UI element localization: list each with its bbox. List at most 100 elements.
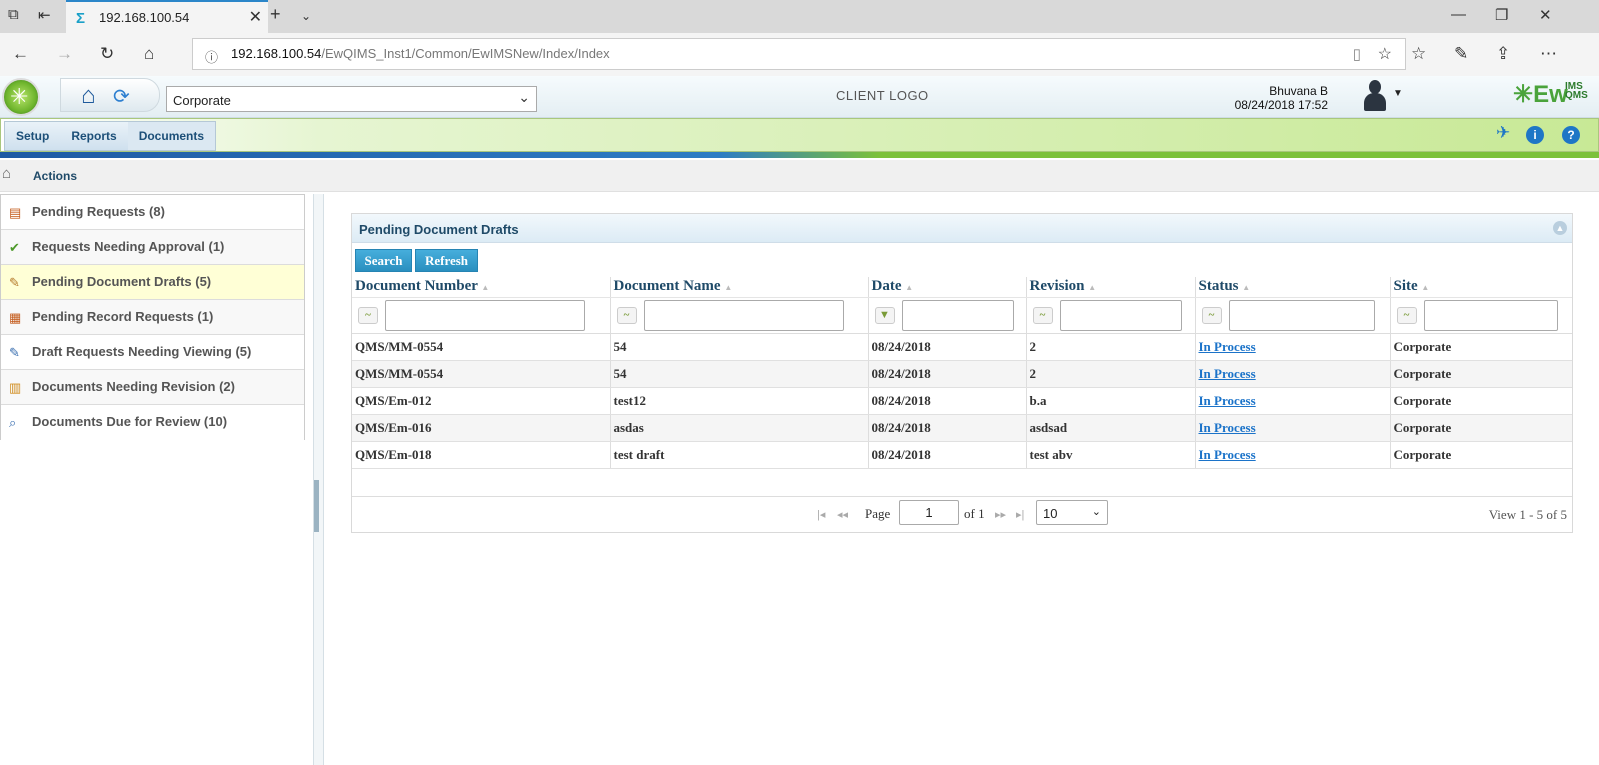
status-link[interactable]: In Process	[1199, 447, 1256, 462]
user-menu-caret-icon[interactable]: ▼	[1393, 88, 1403, 99]
table-row[interactable]: QMS/MM-0554 54 08/24/2018 2 In Process C…	[352, 360, 1572, 388]
cell-doc-number: QMS/Em-018	[352, 441, 611, 469]
col-header-revision[interactable]: Revision ▲	[1026, 277, 1196, 298]
sidebar-item-pending-document-drafts[interactable]: ✎ Pending Document Drafts (5)	[1, 265, 304, 300]
col-header-document-name[interactable]: Document Name ▲	[610, 277, 869, 298]
cell-doc-number: QMS/MM-0554	[352, 333, 611, 361]
avatar[interactable]	[1362, 80, 1388, 112]
sidebar-item-requests-needing-approval[interactable]: ✔ Requests Needing Approval (1)	[1, 230, 304, 265]
prev-page-icon[interactable]: ◂◂	[837, 508, 848, 521]
table-row[interactable]: QMS/Em-018 test draft 08/24/2018 test ab…	[352, 441, 1572, 469]
close-window-icon[interactable]: ✕	[1539, 6, 1552, 24]
site-select[interactable]: Corporate ⌄	[166, 86, 537, 112]
page-number-input[interactable]: 1	[899, 500, 959, 525]
home-refresh-box: ⌂ ⟳	[60, 78, 160, 112]
filter-status-input[interactable]	[1228, 299, 1375, 331]
app-logo-icon[interactable]: ✳	[2, 78, 40, 116]
col-header-site[interactable]: Site ▲	[1390, 277, 1572, 298]
filter-row: ~ ~ ▼ ~ ~ ~	[352, 297, 1572, 334]
tab-actions-icon[interactable]: ⧉	[8, 6, 19, 23]
filter-document-number-input[interactable]	[385, 299, 585, 331]
browser-tab[interactable]: Σ 192.168.100.54 ✕	[66, 0, 268, 33]
col-header-date[interactable]: Date ▲	[868, 277, 1027, 298]
status-link[interactable]: In Process	[1199, 366, 1256, 381]
next-page-icon[interactable]: ▸▸	[995, 508, 1006, 521]
info-icon[interactable]: i	[1526, 126, 1544, 144]
filter-operator-button[interactable]: ~	[1201, 306, 1222, 324]
set-aside-tabs-icon[interactable]: ⇤	[38, 6, 51, 24]
cell-date: 08/24/2018	[868, 387, 1027, 415]
chevron-down-icon: ⌄	[1091, 506, 1101, 518]
status-link[interactable]: In Process	[1199, 420, 1256, 435]
app-refresh-icon[interactable]: ⟳	[113, 84, 130, 109]
splitter[interactable]	[313, 194, 324, 765]
app-home-icon[interactable]: ⌂	[81, 82, 96, 110]
site-select-value: Corporate	[173, 93, 231, 108]
sidebar-item-label: Pending Record Requests (1)	[32, 309, 214, 324]
actions-sidebar: ▤ Pending Requests (8) ✔ Requests Needing …	[0, 194, 305, 440]
refresh-button[interactable]: Refresh	[415, 249, 478, 272]
tab-list-chevron-icon[interactable]: ⌄	[301, 9, 311, 23]
new-tab-icon[interactable]: +	[270, 4, 281, 25]
help-icon[interactable]: ?	[1562, 126, 1580, 144]
favorite-star-icon[interactable]: ☆	[1378, 44, 1392, 64]
breadcrumb-home-icon[interactable]: ⌂	[2, 165, 11, 182]
pin-icon[interactable]: ✈	[1496, 123, 1510, 143]
cell-revision: 2	[1026, 360, 1196, 388]
share-icon[interactable]: ⇪	[1496, 44, 1510, 64]
col-header-document-number[interactable]: Document Number ▲	[352, 277, 611, 298]
search-button[interactable]: Search	[355, 249, 412, 272]
minimize-icon[interactable]: —	[1451, 6, 1466, 23]
last-page-icon[interactable]: ▸|	[1016, 508, 1024, 521]
page-label: Page	[865, 506, 891, 521]
menu-documents[interactable]: Documents	[127, 122, 216, 150]
first-page-icon[interactable]: |◂	[817, 508, 825, 521]
rows-per-page-value: 10	[1043, 506, 1058, 521]
favorites-icon[interactable]: ☆	[1411, 44, 1426, 64]
sidebar-item-draft-requests-viewing[interactable]: ✎ Draft Requests Needing Viewing (5)	[1, 335, 304, 370]
filter-operator-button[interactable]: ~	[1396, 306, 1417, 324]
close-tab-icon[interactable]: ✕	[249, 7, 262, 27]
browser-nav-bar: ← → ↻ ⌂ ⓘ 192.168.100.54/EwQIMS_Inst1/Co…	[0, 33, 1599, 76]
sidebar-item-pending-requests[interactable]: ▤ Pending Requests (8)	[1, 195, 304, 230]
forward-icon[interactable]: →	[56, 44, 73, 64]
reload-icon[interactable]: ↻	[100, 44, 114, 64]
rows-per-page-select[interactable]: 10 ⌄	[1036, 500, 1108, 525]
menu-setup[interactable]: Setup	[5, 122, 60, 150]
filter-date-input[interactable]	[901, 299, 1014, 331]
menu-reports[interactable]: Reports	[60, 122, 127, 150]
filter-revision-input[interactable]	[1059, 299, 1182, 331]
sidebar-item-documents-due-review[interactable]: ⌕ Documents Due for Review (10)	[1, 405, 304, 440]
table-row[interactable]: QMS/MM-0554 54 08/24/2018 2 In Process C…	[352, 333, 1572, 361]
splitter-handle[interactable]	[314, 480, 319, 532]
sort-icon: ▲	[724, 283, 733, 293]
header-stripe	[0, 152, 1599, 158]
filter-operator-button[interactable]: ~	[358, 306, 378, 324]
address-bar[interactable]: ⓘ 192.168.100.54/EwQIMS_Inst1/Common/EwI…	[192, 38, 1406, 70]
site-info-icon[interactable]: ⓘ	[205, 47, 218, 66]
cell-revision: asdsad	[1026, 414, 1196, 442]
sidebar-item-pending-record-requests[interactable]: ▦ Pending Record Requests (1)	[1, 300, 304, 335]
cell-site: Corporate	[1390, 333, 1572, 361]
collapse-icon[interactable]: ▲	[1553, 221, 1567, 235]
filter-site-input[interactable]	[1423, 299, 1558, 331]
grid-header-row: Document Number ▲ Document Name ▲ Date ▲…	[352, 277, 1572, 298]
filter-document-name-input[interactable]	[643, 299, 844, 331]
request-icon: ▤	[9, 205, 22, 220]
home-icon[interactable]: ⌂	[144, 44, 154, 64]
reading-view-icon[interactable]: ▯	[1353, 45, 1361, 63]
filter-operator-button[interactable]: ~	[1032, 306, 1053, 324]
back-icon[interactable]: ←	[12, 44, 29, 64]
table-row[interactable]: QMS/Em-016 asdas 08/24/2018 asdsad In Pr…	[352, 414, 1572, 442]
status-link[interactable]: In Process	[1199, 393, 1256, 408]
restore-icon[interactable]: ❐	[1495, 6, 1508, 24]
more-icon[interactable]: ⋯	[1540, 44, 1557, 64]
col-header-status[interactable]: Status ▲	[1195, 277, 1391, 298]
cell-doc-number: QMS/Em-016	[352, 414, 611, 442]
sidebar-item-documents-needing-revision[interactable]: ▥ Documents Needing Revision (2)	[1, 370, 304, 405]
pen-icon[interactable]: ✎	[1454, 44, 1468, 64]
table-row[interactable]: QMS/Em-012 test12 08/24/2018 b.a In Proc…	[352, 387, 1572, 415]
status-link[interactable]: In Process	[1199, 339, 1256, 354]
filter-operator-button[interactable]: ~	[616, 306, 637, 324]
filter-date-icon[interactable]: ▼	[874, 306, 895, 324]
